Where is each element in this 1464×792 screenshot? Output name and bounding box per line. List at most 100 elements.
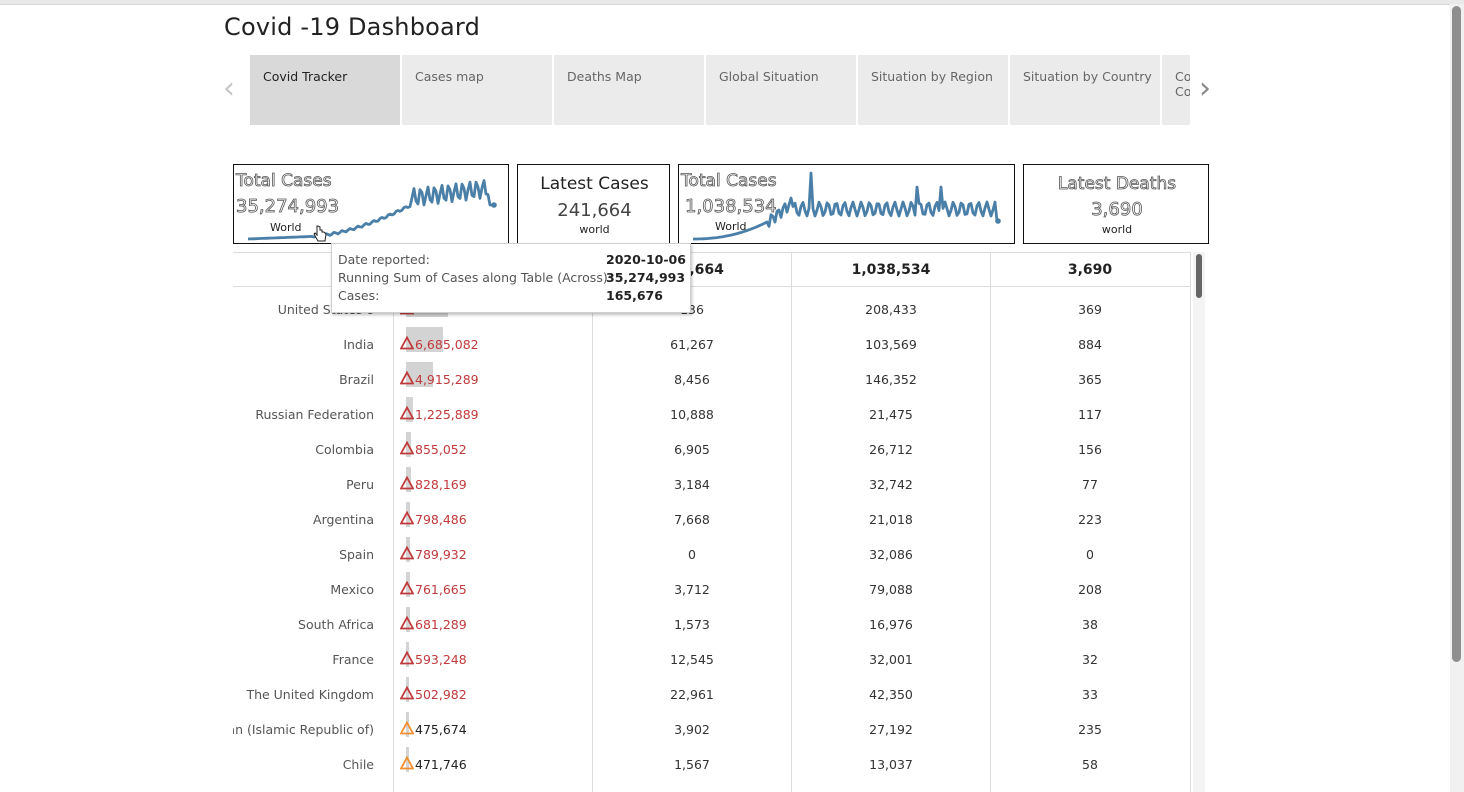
total-cases-cell: 593,248 xyxy=(415,652,467,667)
total-deaths-value: 1,038,534 xyxy=(685,196,777,218)
latest-deaths-cell: 369 xyxy=(1078,302,1102,317)
latest-cases-value: 241,664 xyxy=(557,200,632,221)
total-deaths-cell: 146,352 xyxy=(865,372,917,387)
total-cases-cell: 502,982 xyxy=(415,687,467,702)
total-deaths-cell: 32,086 xyxy=(869,547,913,562)
latest-cases-cell: 1,567 xyxy=(674,757,710,772)
latest-deaths-cell: 884 xyxy=(1078,337,1102,352)
latest-deaths-value: 3,690 xyxy=(1091,199,1143,221)
total-cases-cell: 798,486 xyxy=(415,512,467,527)
country-name: Russian Federation xyxy=(255,407,374,422)
total-cases-card[interactable]: Total Cases 35,274,993 World xyxy=(233,164,509,244)
tab-2[interactable]: Deaths Map xyxy=(554,55,704,125)
table-row[interactable]: The United Kingdom 502,982 22,961 42,350 33 xyxy=(233,677,1191,712)
header-total-deaths: 1,038,534 xyxy=(851,262,931,278)
latest-cases-cell: 22,961 xyxy=(670,687,714,702)
table-row[interactable]: South Africa 681,289 1,573 16,976 38 xyxy=(233,607,1191,642)
table-row[interactable]: Russian Federation 1,225,889 10,888 21,475 1… xyxy=(233,397,1191,432)
country-name: Colombia xyxy=(315,442,374,457)
total-cases-cell: 471,746 xyxy=(415,757,467,772)
total-deaths-cell: 42,350 xyxy=(869,687,913,702)
total-deaths-cell: 13,037 xyxy=(869,757,913,772)
latest-cases-cell: 3,712 xyxy=(674,582,710,597)
browser-top-border xyxy=(0,0,1464,5)
trend-up-icon xyxy=(400,721,414,735)
tab-6[interactable]: Co Co xyxy=(1162,55,1190,125)
country-name: South Africa xyxy=(298,617,374,632)
tab-1[interactable]: Cases map xyxy=(402,55,552,125)
total-cases-cell: 761,665 xyxy=(415,582,467,597)
country-name: Mexico xyxy=(330,582,374,597)
total-deaths-cell: 21,475 xyxy=(869,407,913,422)
latest-deaths-cell: 77 xyxy=(1082,477,1098,492)
table-scroll-track[interactable] xyxy=(1193,252,1205,792)
latest-cases-scope: world xyxy=(579,223,610,236)
tab-4[interactable]: Situation by Region xyxy=(858,55,1008,125)
table-row[interactable]: Argentina 798,486 7,668 21,018 223 xyxy=(233,502,1191,537)
tab-0[interactable]: Covid Tracker xyxy=(250,55,400,125)
trend-up-icon xyxy=(400,511,414,525)
trend-up-icon xyxy=(400,616,414,630)
latest-deaths-cell: 38 xyxy=(1082,617,1098,632)
latest-cases-card[interactable]: Latest Cases 241,664 world xyxy=(517,164,670,244)
tooltip-key: Date reported: xyxy=(338,252,430,267)
sparkline-end-marker xyxy=(491,202,497,208)
table-row[interactable]: Brazil 4,915,289 8,456 146,352 365 xyxy=(233,362,1191,397)
country-name: Chile xyxy=(342,757,374,772)
total-cases-cell: 4,915,289 xyxy=(415,372,479,387)
table-row[interactable]: Chile 471,746 1,567 13,037 58 xyxy=(233,747,1191,782)
tooltip-value: 165,676 xyxy=(606,288,663,303)
total-cases-cell: 475,674 xyxy=(415,722,467,737)
tab-5[interactable]: Situation by Country xyxy=(1010,55,1160,125)
table-row[interactable]: Iran (Islamic Republic of) 475,674 3,902 27… xyxy=(233,712,1191,747)
country-name: Argentina xyxy=(313,512,374,527)
table-row[interactable]: Mexico 761,665 3,712 79,088 208 xyxy=(233,572,1191,607)
total-deaths-label: Total Cases xyxy=(681,171,777,192)
total-deaths-cell: 32,742 xyxy=(869,477,913,492)
table-row[interactable]: France 593,248 12,545 32,001 32 xyxy=(233,642,1191,677)
latest-deaths-cell: 117 xyxy=(1078,407,1102,422)
latest-cases-cell: 8,456 xyxy=(674,372,710,387)
total-cases-label: Total Cases xyxy=(236,171,332,192)
table-row[interactable]: Peru 828,169 3,184 32,742 77 xyxy=(233,467,1191,502)
total-deaths-card[interactable]: Total Cases 1,038,534 World xyxy=(678,164,1015,244)
trend-up-icon xyxy=(400,651,414,665)
table-scrollbar-thumb[interactable] xyxy=(1196,254,1202,298)
latest-deaths-cell: 0 xyxy=(1086,547,1094,562)
table-row[interactable]: Colombia 855,052 6,905 26,712 156 xyxy=(233,432,1191,467)
tooltip-key: Running Sum of Cases along Table (Across… xyxy=(338,270,612,285)
chevron-right-icon[interactable]: › xyxy=(1199,74,1211,104)
latest-deaths-card[interactable]: Latest Deaths 3,690 world xyxy=(1023,164,1209,244)
tab-3[interactable]: Global Situation xyxy=(706,55,856,125)
table-row[interactable]: Spain 789,932 0 32,086 0 xyxy=(233,537,1191,572)
country-name: France xyxy=(332,652,374,667)
page-scrollbar-thumb[interactable] xyxy=(1452,6,1461,662)
chevron-left-icon[interactable]: ‹ xyxy=(223,74,235,104)
trend-up-icon xyxy=(400,581,414,595)
trend-up-icon xyxy=(400,371,414,385)
page-title: Covid -19 Dashboard xyxy=(224,13,481,41)
latest-cases-label: Latest Cases xyxy=(540,174,649,194)
latest-cases-cell: 6,905 xyxy=(674,442,710,457)
total-cases-cell: 789,932 xyxy=(415,547,467,562)
country-table[interactable]: 241,664 1,038,534 3,690 United States o1… xyxy=(233,252,1205,792)
total-cases-scope: World xyxy=(270,221,302,234)
total-deaths-cell: 26,712 xyxy=(869,442,913,457)
total-deaths-cell: 27,192 xyxy=(869,722,913,737)
trend-up-icon xyxy=(400,756,414,770)
total-deaths-cell: 16,976 xyxy=(869,617,913,632)
tooltip-value: 2020-10-06 xyxy=(606,252,686,267)
country-name: Iran (Islamic Republic of) xyxy=(233,722,374,737)
latest-deaths-scope: world xyxy=(1101,223,1133,236)
latest-deaths-cell: 365 xyxy=(1078,372,1102,387)
tooltip-key: Cases: xyxy=(338,288,380,303)
tab-strip: Covid Tracker Cases map Deaths Map Global S… xyxy=(250,55,1190,125)
hand-cursor-icon xyxy=(313,225,327,242)
latest-deaths-cell: 58 xyxy=(1082,757,1098,772)
trend-up-icon xyxy=(400,336,414,350)
table-row[interactable]: India 6,685,082 61,267 103,569 884 xyxy=(233,327,1191,362)
total-cases-cell: 6,685,082 xyxy=(415,337,479,352)
total-deaths-scope: World xyxy=(715,220,747,233)
latest-deaths-label: Latest Deaths xyxy=(1057,174,1177,195)
trend-up-icon xyxy=(400,441,414,455)
